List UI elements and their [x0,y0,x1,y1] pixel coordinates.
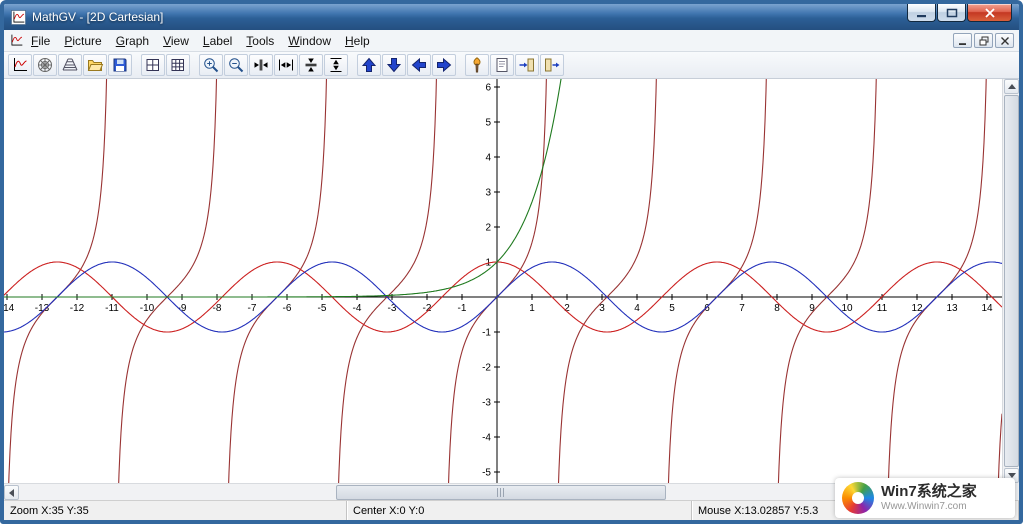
watermark-url: Www.Winwin7.com [881,501,977,512]
pan-right-icon[interactable] [432,54,456,76]
x-tick-label: 14 [981,303,993,314]
menu-view[interactable]: View [156,31,196,51]
x-tick-label: 13 [946,303,958,314]
y-tick-label: -5 [482,468,491,479]
menu-picture[interactable]: Picture [57,31,108,51]
compress-x-icon[interactable] [249,54,273,76]
window-title: MathGV - [2D Cartesian] [32,10,163,24]
menu-help[interactable]: Help [338,31,377,51]
toolbar-separator [133,54,141,76]
status-center: Center X:0 Y:0 [347,501,692,520]
zoom-out-icon[interactable] [224,54,248,76]
title-bar[interactable]: MathGV - [2D Cartesian] [4,4,1019,30]
scroll-left-button[interactable] [4,485,19,500]
menu-label[interactable]: Label [196,31,239,51]
close-button[interactable] [967,4,1012,22]
curve-exp [4,79,1002,297]
mathgv-window: MathGV - [2D Cartesian] FilePictureGraph… [0,0,1023,524]
pan-down-icon[interactable] [382,54,406,76]
left-arrow-icon [9,489,14,497]
y-tick-label: -1 [482,328,491,339]
y-tick-label: 5 [485,118,491,129]
x-tick-label: -5 [318,303,327,314]
pan-left-icon[interactable] [407,54,431,76]
client-area: -14-13-12-11-10-9-8-7-6-5-4-3-2-11234567… [4,79,1019,500]
horizontal-scroll-thumb[interactable] [336,485,666,500]
menu-graph[interactable]: Graph [109,31,156,51]
curve-tan [4,79,1002,483]
maximize-button[interactable] [937,4,966,22]
vertical-scrollbar[interactable] [1002,79,1019,483]
plot-area[interactable]: -14-13-12-11-10-9-8-7-6-5-4-3-2-11234567… [4,79,1002,483]
mdi-restore-button[interactable] [974,33,993,48]
new-polar-graph-icon[interactable] [33,54,57,76]
toolbar-separator [349,54,357,76]
new-3d-graph-icon[interactable] [58,54,82,76]
watermark-text: Win7系统之家 Www.Winwin7.com [881,484,977,512]
y-tick-label: 2 [485,223,491,234]
up-arrow-icon [1008,84,1016,89]
x-tick-label: -6 [283,303,292,314]
door-out-icon[interactable] [540,54,564,76]
thumb-grip [497,488,505,497]
minimize-button[interactable] [907,4,936,22]
menu-items: FilePictureGraphViewLabelToolsWindowHelp [24,31,377,51]
x-tick-label: 5 [669,303,675,314]
x-tick-label: 1 [529,303,535,314]
open-file-icon[interactable] [83,54,107,76]
watermark-title: Win7系统之家 [881,484,977,501]
compress-y-icon[interactable] [299,54,323,76]
x-tick-label: -4 [353,303,362,314]
expand-x-icon[interactable] [274,54,298,76]
show-fine-grid-icon[interactable] [166,54,190,76]
y-tick-label: -3 [482,398,491,409]
scroll-up-button[interactable] [1004,79,1019,94]
x-tick-label: -1 [458,303,467,314]
win7-logo-icon [842,482,874,514]
y-tick-label: -2 [482,363,491,374]
label-notes-icon[interactable] [490,54,514,76]
menu-bar: FilePictureGraphViewLabelToolsWindowHelp [4,30,1019,52]
expand-y-icon[interactable] [324,54,348,76]
y-tick-label: -4 [482,433,491,444]
toolbar [4,52,1019,79]
x-tick-label: -14 [4,303,15,314]
x-tick-label: -7 [248,303,257,314]
mdi-window-controls [953,33,1014,48]
toolbar-separator [457,54,465,76]
status-zoom-text: Zoom X:35 Y:35 [10,505,89,517]
app-icon [11,10,26,25]
mdi-minimize-button[interactable] [953,33,972,48]
zoom-in-icon[interactable] [199,54,223,76]
mdi-close-button[interactable] [995,33,1014,48]
x-tick-label: 11 [877,303,888,314]
menu-file[interactable]: File [24,31,57,51]
menu-tools[interactable]: Tools [239,31,281,51]
show-grid-icon[interactable] [141,54,165,76]
save-file-icon[interactable] [108,54,132,76]
y-tick-label: 4 [485,153,491,164]
status-zoom: Zoom X:35 Y:35 [4,501,347,520]
menu-window[interactable]: Window [281,31,338,51]
x-tick-label: 4 [634,303,640,314]
window-controls [906,4,1012,22]
x-tick-label: 7 [739,303,745,314]
x-tick-label: -12 [70,303,85,314]
status-mouse-text: Mouse X:13.02857 Y:5.3 [698,505,818,517]
child-window-icon[interactable] [9,33,24,48]
plot-torch-icon[interactable] [465,54,489,76]
y-tick-label: 6 [485,83,491,94]
pan-up-icon[interactable] [357,54,381,76]
x-tick-label: -11 [105,303,119,314]
toolbar-separator [191,54,199,76]
vertical-scroll-thumb[interactable] [1004,95,1019,467]
win7-watermark: Win7系统之家 Www.Winwin7.com [835,478,1015,518]
status-center-text: Center X:0 Y:0 [353,505,424,517]
new-2d-cartesian-icon[interactable] [8,54,32,76]
door-in-icon[interactable] [515,54,539,76]
y-tick-label: 3 [485,188,491,199]
